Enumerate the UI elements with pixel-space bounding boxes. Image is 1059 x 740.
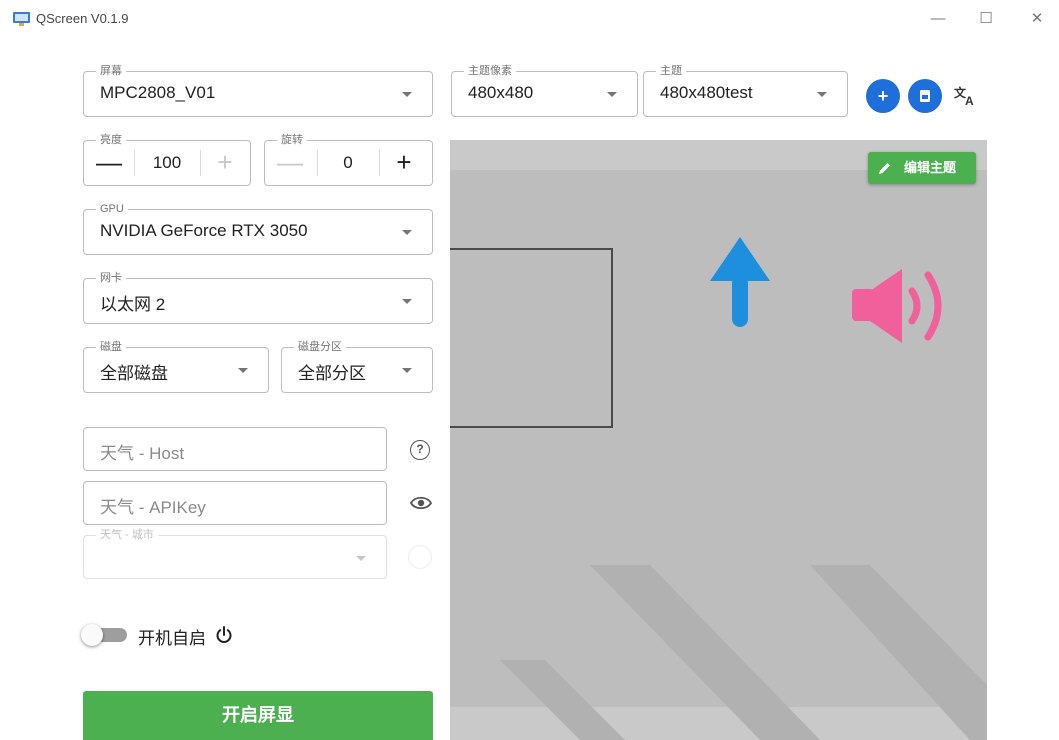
visibility-toggle-button[interactable] — [409, 494, 433, 512]
screen-select[interactable]: 屏幕 MPC2808_V01 — [83, 64, 433, 117]
toggle-knob[interactable] — [81, 624, 103, 646]
weather-city-label: 天气 - 城市 — [96, 528, 158, 542]
chevron-down-icon — [607, 92, 617, 97]
nic-label: 网卡 — [96, 271, 126, 285]
gpu-value: NVIDIA GeForce RTX 3050 — [100, 221, 308, 240]
add-theme-button[interactable]: + — [866, 79, 900, 113]
arrow-up-icon — [710, 237, 770, 327]
brightness-increase-button[interactable]: + — [200, 141, 250, 185]
chevron-down-icon — [356, 556, 366, 561]
rotation-stepper[interactable]: 旋转 — 0 + — [264, 133, 433, 186]
weather-host-input[interactable]: 天气 - Host — [83, 427, 387, 471]
theme-select[interactable]: 主题 480x480test — [643, 64, 848, 117]
screen-value: MPC2808_V01 — [100, 83, 216, 102]
svg-text:A: A — [965, 94, 974, 108]
nic-select[interactable]: 网卡 以太网 2 — [83, 271, 433, 324]
screen-label: 屏幕 — [96, 64, 126, 78]
chevron-down-icon — [402, 299, 412, 304]
start-display-button[interactable]: 开启屏显 — [83, 691, 433, 740]
app-logo-icon — [13, 12, 30, 26]
watermark-stripes — [500, 565, 987, 740]
gpu-select[interactable]: GPU NVIDIA GeForce RTX 3050 — [83, 202, 433, 255]
preview-frame — [450, 248, 613, 428]
weather-apikey-placeholder: 天气 - APIKey — [100, 498, 206, 517]
brightness-stepper[interactable]: 亮度 — 100 + — [83, 133, 251, 186]
weather-city-select: 天气 - 城市 — [83, 528, 387, 579]
rotation-increase-button[interactable]: + — [379, 141, 429, 185]
chevron-down-icon — [238, 368, 248, 373]
power-icon — [216, 626, 232, 643]
minimize-button[interactable]: — — [924, 8, 952, 30]
theme-pixel-select[interactable]: 主题像素 480x480 — [451, 64, 638, 117]
maximize-button[interactable]: ☐ — [972, 8, 1000, 30]
loading-spinner-icon — [408, 545, 432, 569]
pencil-icon — [879, 163, 890, 174]
window-title: QScreen V0.1.9 — [36, 11, 129, 26]
title-bar: QScreen V0.1.9 — ☐ ✕ — [0, 0, 1059, 38]
gpu-label: GPU — [96, 202, 128, 216]
speaker-icon — [852, 269, 942, 343]
help-icon[interactable]: ? — [410, 440, 430, 460]
rotation-value: 0 — [343, 153, 353, 172]
plus-icon: + — [877, 86, 889, 106]
eye-icon — [409, 496, 433, 510]
close-button[interactable]: ✕ — [1023, 8, 1051, 30]
disk-label: 磁盘 — [96, 340, 126, 354]
translate-icon: 文 A — [954, 85, 974, 108]
edit-theme-button[interactable]: 编辑主题 — [868, 152, 976, 184]
nic-value: 以太网 2 — [100, 295, 166, 314]
theme-label: 主题 — [656, 64, 686, 78]
partition-value: 全部分区 — [298, 364, 366, 383]
disk-select[interactable]: 磁盘 全部磁盘 — [83, 340, 269, 393]
chevron-down-icon — [817, 92, 827, 97]
save-theme-button[interactable] — [908, 79, 942, 113]
theme-pixel-label: 主题像素 — [464, 64, 516, 78]
theme-pixel-value: 480x480 — [468, 83, 534, 102]
partition-select[interactable]: 磁盘分区 全部分区 — [281, 340, 433, 393]
chevron-down-icon — [402, 92, 412, 97]
rotation-decrease-button[interactable]: — — [265, 141, 315, 185]
file-save-icon — [920, 90, 930, 102]
disk-value: 全部磁盘 — [100, 364, 168, 383]
weather-host-placeholder: 天气 - Host — [100, 444, 185, 463]
theme-value: 480x480test — [660, 83, 753, 102]
weather-apikey-input[interactable]: 天气 - APIKey — [83, 481, 387, 525]
translate-button[interactable]: 文 A — [953, 84, 977, 108]
theme-preview: 编辑主题 — [450, 140, 987, 740]
brightness-decrease-button[interactable]: — — [84, 141, 134, 185]
autostart-label: 开机自启 — [138, 629, 206, 648]
chevron-down-icon — [402, 230, 412, 235]
brightness-value: 100 — [152, 153, 182, 172]
chevron-down-icon — [402, 368, 412, 373]
edit-theme-label: 编辑主题 — [904, 160, 957, 175]
partition-label: 磁盘分区 — [294, 340, 346, 354]
